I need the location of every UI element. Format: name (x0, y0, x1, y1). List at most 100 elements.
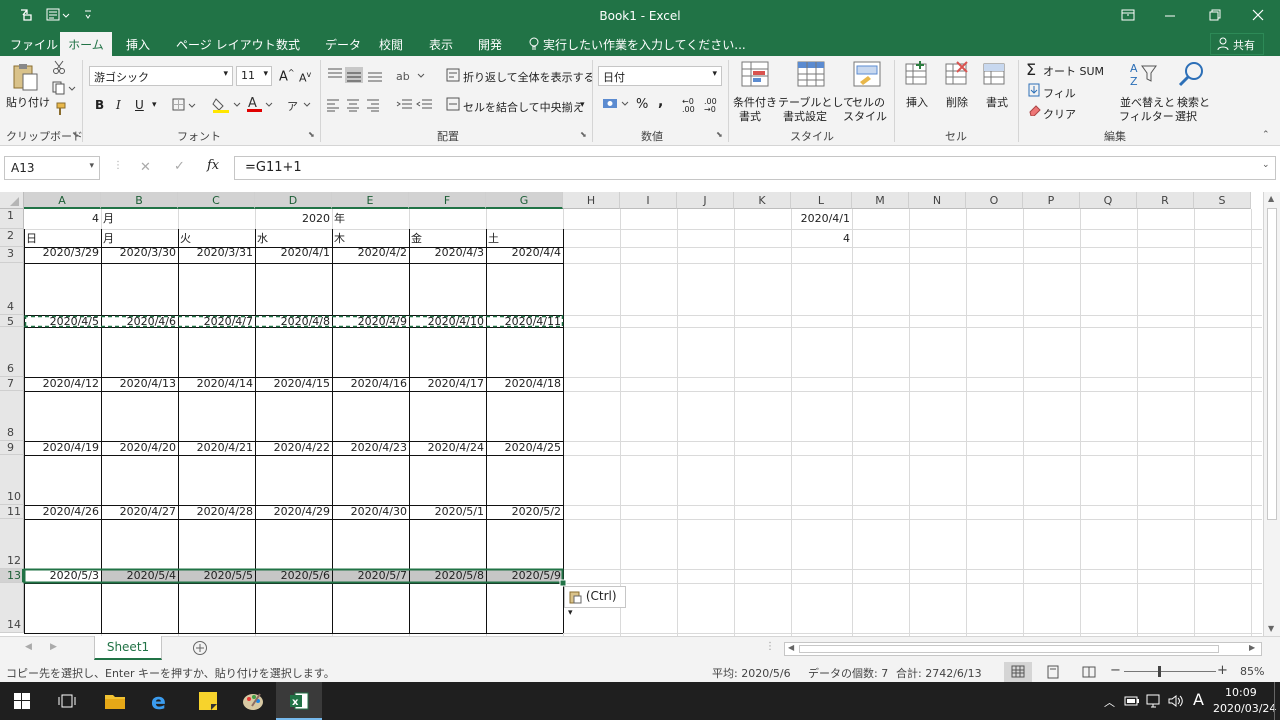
phonetic-guide-icon[interactable]: ア (285, 96, 311, 114)
copy-icon[interactable] (52, 81, 76, 95)
prev-sheet-icon[interactable]: ◀ (25, 642, 32, 652)
date-cell[interactable]: 2020/5/3 (24, 569, 101, 583)
align-left-icon[interactable] (326, 98, 382, 112)
eraser-icon[interactable] (1028, 104, 1042, 116)
insert-cells-label[interactable]: 挿入 (906, 94, 928, 110)
date-cell[interactable]: 2020/4/6 (101, 315, 178, 329)
expand-formula-bar-icon[interactable]: ⌄ (1262, 160, 1270, 170)
ime-indicator[interactable]: A (1193, 690, 1204, 709)
date-cell[interactable]: 2020/5/9 (486, 569, 563, 583)
find-select-label2[interactable]: 選択 (1175, 108, 1197, 124)
format-as-table-icon[interactable] (796, 60, 826, 90)
date-cell[interactable]: 2020/4/22 (255, 441, 332, 455)
date-cell[interactable]: 2020/5/6 (255, 569, 332, 583)
scroll-up-icon[interactable]: ▲ (1268, 194, 1274, 203)
windows-start-icon[interactable] (14, 693, 30, 709)
add-sheet-icon[interactable] (192, 640, 208, 656)
network-icon[interactable] (1146, 694, 1162, 708)
paste-icon[interactable] (10, 62, 40, 92)
date-cell[interactable]: 2020/4/9 (332, 315, 409, 329)
sticky-notes-icon[interactable] (198, 691, 218, 711)
date-cell[interactable]: 2020/4/11 (486, 315, 563, 329)
date-cell[interactable]: 2020/5/8 (409, 569, 486, 583)
date-cell[interactable]: 2020/4/20 (101, 441, 178, 455)
vertical-scrollbar[interactable]: ▲ ▼ (1263, 192, 1280, 636)
date-cell[interactable]: 2020/3/30 (101, 246, 178, 260)
dialog-launcher-icon[interactable]: ⬊ (580, 130, 587, 139)
shrink-font-icon[interactable]: Av (299, 70, 311, 85)
date-cell[interactable]: 2020/4/14 (178, 377, 255, 391)
cell-styles-icon[interactable] (852, 60, 882, 90)
date-cell[interactable]: 2020/3/31 (178, 246, 255, 260)
worksheet-grid[interactable]: ABCDEFGHIJKLMNOPQRS 1 2 3 4 5 6 7 8 9 10 11 12 13 14 … (0, 192, 1280, 636)
fill-color-icon[interactable] (212, 96, 242, 114)
dialog-launcher-icon[interactable]: ⬊ (72, 130, 79, 139)
page-break-preview-icon[interactable] (1082, 665, 1096, 679)
decrease-decimal-icon[interactable]: .00 →0 (704, 98, 717, 114)
volume-icon[interactable] (1168, 694, 1184, 708)
cell-B1[interactable]: 月 (101, 212, 218, 226)
tab-page-layout[interactable]: ページ レイアウト (176, 36, 276, 53)
delete-cells-label[interactable]: 削除 (946, 94, 968, 110)
zoom-in-icon[interactable]: + (1217, 663, 1228, 678)
clock-date[interactable]: 2020/03/24 (1213, 702, 1276, 715)
date-cell[interactable]: 2020/4/26 (24, 505, 101, 519)
date-cell[interactable]: 2020/4/17 (409, 377, 486, 391)
tab-home[interactable]: ホーム (60, 32, 112, 56)
increase-decimal-icon[interactable]: ←0.00 (682, 98, 695, 114)
weekday-header-G[interactable]: 土 (486, 232, 603, 246)
date-cell[interactable]: 2020/5/2 (486, 505, 563, 519)
date-cell[interactable]: 2020/4/13 (101, 377, 178, 391)
date-cell[interactable]: 2020/5/7 (332, 569, 409, 583)
status-sum[interactable]: 合計: 2742/6/13 (896, 665, 982, 681)
clock-time[interactable]: 10:09 (1225, 686, 1257, 699)
minimize-icon[interactable] (1163, 8, 1177, 22)
battery-icon[interactable] (1124, 694, 1140, 708)
conditional-formatting-label2[interactable]: 書式 (739, 108, 761, 124)
date-cell[interactable]: 2020/5/1 (409, 505, 486, 519)
tab-data[interactable]: データ (325, 36, 361, 53)
format-painter-icon[interactable] (52, 102, 66, 116)
tell-me-search[interactable]: 実行したい作業を入力してください... (543, 36, 746, 53)
date-cell[interactable]: 2020/5/4 (101, 569, 178, 583)
grow-font-icon[interactable]: A^ (279, 68, 295, 84)
close-icon[interactable] (1251, 8, 1265, 22)
font-name-select[interactable]: 游ゴシック ▾ (89, 66, 233, 86)
sheet-tab-sheet1[interactable]: Sheet1 (94, 636, 162, 660)
delete-cells-icon[interactable] (944, 60, 970, 88)
italic-icon[interactable]: I (116, 98, 121, 112)
date-cell[interactable]: 2020/4/7 (178, 315, 255, 329)
collapse-ribbon-icon[interactable]: ⌃ (1262, 130, 1270, 140)
cell-L2[interactable]: 4 (791, 232, 852, 246)
clear-label[interactable]: クリア (1043, 106, 1076, 122)
restore-icon[interactable] (1208, 8, 1222, 22)
task-view-icon[interactable] (58, 692, 76, 710)
date-cell[interactable]: 2020/4/15 (255, 377, 332, 391)
cell-L1[interactable]: 2020/4/1 (791, 212, 852, 226)
show-hidden-icons-icon[interactable]: ︿ (1104, 694, 1115, 710)
dialog-launcher-icon[interactable]: ⬊ (308, 130, 315, 139)
status-count[interactable]: データの個数: 7 (808, 665, 888, 681)
autosum-label[interactable]: オート SUM (1043, 63, 1104, 79)
zoom-out-icon[interactable]: − (1110, 663, 1121, 678)
date-cell[interactable]: 2020/4/30 (332, 505, 409, 519)
cancel-icon[interactable]: ✕ (140, 160, 151, 175)
edge-icon[interactable]: e (150, 690, 172, 712)
comma-style-icon[interactable]: , (658, 94, 663, 110)
merge-center-button[interactable] (446, 97, 460, 111)
format-as-table-label2[interactable]: 書式設定 (783, 108, 827, 124)
date-cell[interactable]: 2020/4/12 (24, 377, 101, 391)
tab-view[interactable]: 表示 (429, 36, 453, 53)
vertical-scroll-thumb[interactable] (1267, 208, 1277, 520)
horizontal-scroll-thumb[interactable] (799, 645, 1219, 653)
paste-options-button[interactable]: (Ctrl) ▾ (564, 586, 626, 618)
date-cell[interactable]: 2020/4/2 (332, 246, 409, 260)
paint-icon[interactable] (242, 690, 264, 712)
bold-icon[interactable]: B (95, 98, 104, 112)
date-cell[interactable]: 2020/4/5 (24, 315, 101, 329)
tab-formulas[interactable]: 数式 (276, 36, 300, 53)
ribbon-display-options-icon[interactable] (1121, 8, 1135, 22)
number-format-select[interactable]: 日付 ▾ (598, 66, 722, 86)
horizontal-scrollbar[interactable]: ◀ ▶ (784, 642, 1262, 656)
fill-label[interactable]: フィル (1043, 85, 1076, 101)
